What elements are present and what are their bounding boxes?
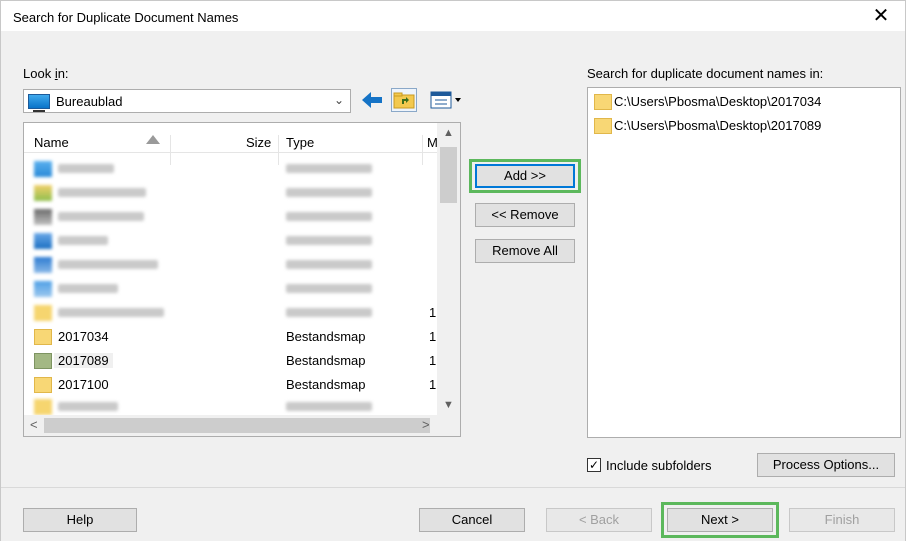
desktop-icon — [28, 94, 50, 112]
modified-cell: 1 — [429, 305, 437, 320]
search-folders-list[interactable]: C:\Users\Pbosma\Desktop\2017034 C:\Users… — [587, 87, 901, 438]
search-folder-path: C:\Users\Pbosma\Desktop\2017089 — [614, 118, 822, 133]
horizontal-scrollbar[interactable]: < > — [24, 415, 460, 436]
remove-all-button-label: Remove All — [492, 243, 558, 258]
vertical-scrollbar[interactable]: ▲ ▼ — [437, 123, 460, 415]
help-button-label: Help — [66, 512, 94, 527]
list-item[interactable]: 2017034 Bestandsmap 1 — [24, 325, 437, 349]
remove-all-button[interactable]: Remove All — [475, 239, 575, 263]
folder-icon — [34, 353, 52, 369]
list-item[interactable] — [24, 205, 437, 229]
finish-button-label: Finish — [824, 512, 860, 527]
window-title: Search for Duplicate Document Names — [13, 10, 239, 25]
add-button-label: Add >> — [504, 168, 546, 183]
list-item[interactable] — [24, 277, 437, 301]
back-button-label: < Back — [578, 512, 620, 527]
horizontal-scroll-thumb[interactable] — [44, 418, 430, 433]
help-button[interactable]: Help — [23, 508, 137, 532]
up-one-level-button[interactable] — [391, 88, 417, 112]
search-folder-path: C:\Users\Pbosma\Desktop\2017034 — [614, 94, 822, 109]
back-arrow-button[interactable] — [359, 88, 385, 112]
file-icon — [34, 209, 52, 225]
remove-button[interactable]: << Remove — [475, 203, 575, 227]
title-bar: Search for Duplicate Document Names ✕ — [1, 1, 905, 31]
next-button-label: Next > — [701, 512, 739, 527]
scroll-right-icon[interactable]: > — [422, 417, 430, 432]
include-subfolders-label: Include subfolders — [606, 458, 712, 473]
folder-icon — [594, 118, 612, 134]
scroll-left-icon[interactable]: < — [30, 417, 38, 432]
column-header-name[interactable]: Name — [34, 135, 69, 150]
include-subfolders-checkbox[interactable]: ✓ — [587, 458, 601, 472]
scroll-up-icon[interactable]: ▲ — [443, 127, 454, 139]
column-header-type[interactable]: Type — [286, 135, 314, 150]
look-in-value: Bureaublad — [56, 94, 123, 109]
type-cell: Bestandsmap — [286, 353, 366, 368]
list-item[interactable] — [24, 181, 437, 205]
modified-cell: 1 — [429, 353, 437, 368]
file-icon — [34, 281, 52, 297]
scroll-down-icon[interactable]: ▼ — [443, 399, 454, 411]
view-menu-icon — [430, 91, 461, 109]
cancel-button[interactable]: Cancel — [419, 508, 525, 532]
file-icon — [34, 233, 52, 249]
chevron-down-icon: ⌄ — [333, 93, 344, 107]
list-item[interactable]: 1 — [24, 301, 437, 325]
modified-cell: 1 — [429, 329, 437, 344]
folder-icon — [34, 329, 52, 345]
vertical-scroll-thumb[interactable] — [440, 147, 457, 203]
back-arrow-icon — [362, 92, 382, 108]
process-options-label: Process Options... — [772, 457, 880, 472]
folder-icon — [34, 305, 52, 321]
list-item[interactable] — [24, 229, 437, 253]
back-button[interactable]: < Back — [546, 508, 652, 532]
file-icon — [34, 257, 52, 273]
file-icon — [34, 185, 52, 201]
name-cell: 2017089 — [54, 353, 113, 368]
list-item[interactable]: 2017089 Bestandsmap 1 — [24, 349, 437, 373]
look-in-dropdown[interactable]: Bureaublad ⌄ — [23, 89, 351, 113]
duplicate-names-dialog: Search for Duplicate Document Names ✕ Lo… — [0, 0, 906, 541]
list-item[interactable] — [24, 157, 437, 181]
column-header-size[interactable]: Size — [246, 135, 271, 150]
file-icon — [34, 161, 52, 177]
close-icon[interactable]: ✕ — [861, 2, 901, 30]
folder-icon — [34, 399, 52, 415]
name-cell: 2017100 — [58, 377, 109, 392]
list-item[interactable] — [24, 253, 437, 277]
cancel-button-label: Cancel — [451, 512, 493, 527]
name-cell: 2017034 — [58, 329, 109, 344]
list-item[interactable]: 2017100 Bestandsmap 1 — [24, 373, 437, 397]
modified-cell: 1 — [429, 377, 437, 392]
folder-icon — [594, 94, 612, 110]
add-button[interactable]: Add >> — [475, 164, 575, 188]
look-in-label: Look in: — [23, 66, 69, 81]
process-options-button[interactable]: Process Options... — [757, 453, 895, 477]
file-list[interactable]: Name Size Type M 1 2017034 Bestandsmap 1… — [23, 122, 461, 437]
type-cell: Bestandsmap — [286, 377, 366, 392]
folder-icon — [34, 377, 52, 393]
file-list-header: Name Size Type M — [24, 123, 438, 165]
next-button[interactable]: Next > — [667, 508, 773, 532]
view-menu-button[interactable] — [428, 88, 464, 112]
search-in-label: Search for duplicate document names in: — [587, 66, 824, 81]
finish-button[interactable]: Finish — [789, 508, 895, 532]
sort-ascending-icon — [146, 135, 160, 144]
remove-button-label: << Remove — [491, 207, 559, 222]
type-cell: Bestandsmap — [286, 329, 366, 344]
up-folder-icon — [393, 92, 415, 109]
